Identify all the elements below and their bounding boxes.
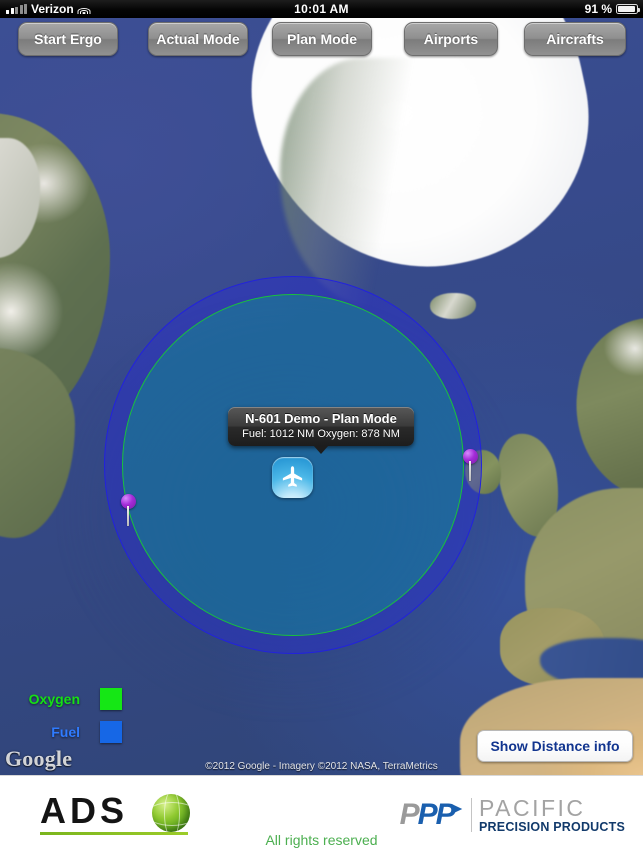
ppp-precision-products-label: PRECISION PRODUCTS [479, 819, 625, 834]
aircraft-marker[interactable] [272, 457, 313, 498]
ppp-mark-blue: PP [417, 798, 456, 831]
aircrafts-button[interactable]: Aircrafts [524, 22, 626, 56]
map-pin-needle [468, 461, 472, 481]
status-bar: Verizon 10:01 AM 91 % [0, 0, 643, 18]
map-legend: Oxygen Fuel [14, 687, 122, 753]
actual-mode-button[interactable]: Actual Mode [148, 22, 248, 56]
ppp-pacific-label: PACIFIC [479, 794, 586, 821]
battery-percent-label: 91 % [584, 2, 612, 16]
legend-row-oxygen: Oxygen [14, 687, 122, 711]
map-attribution: ©2012 Google - Imagery ©2012 NASA, Terra… [205, 761, 438, 772]
toolbar: Start Ergo Actual Mode Plan Mode Airport… [0, 22, 643, 58]
start-ergo-button[interactable]: Start Ergo [18, 22, 118, 56]
aircraft-callout[interactable]: N-601 Demo - Plan Mode Fuel: 1012 NM Oxy… [228, 407, 414, 454]
legend-fuel-label: Fuel [51, 724, 80, 740]
app-root: Verizon 10:01 AM 91 % N-601 Demo - Plan … [0, 0, 643, 857]
plan-mode-button[interactable]: Plan Mode [272, 22, 372, 56]
airports-button[interactable]: Airports [404, 22, 498, 56]
green-globe-icon [152, 794, 190, 832]
ppp-divider [471, 798, 473, 832]
legend-row-fuel: Fuel [14, 720, 122, 744]
legend-oxygen-swatch [100, 688, 122, 710]
ppp-monogram-icon: PPP [399, 798, 456, 831]
map-pin-needle [126, 506, 130, 526]
battery-icon [616, 4, 641, 14]
ppp-mark-gray: P [399, 798, 420, 831]
legend-fuel-swatch [100, 721, 122, 743]
callout-subtitle: Fuel: 1012 NM Oxygen: 878 NM [242, 428, 400, 440]
footer: ADS All rights reserved PPP ➤ PACIFIC PR… [0, 775, 643, 857]
ppp-wordmark: PACIFIC PRECISION PRODUCTS [479, 794, 625, 834]
status-bar-right: 91 % [584, 2, 641, 16]
map-pin-west[interactable] [120, 494, 138, 526]
status-bar-time: 10:01 AM [294, 2, 349, 16]
airplane-icon [282, 466, 303, 487]
show-distance-info-button[interactable]: Show Distance info [477, 730, 633, 762]
ads-logo-text: ADS [40, 790, 129, 831]
arrow-right-icon: ➤ [449, 801, 464, 818]
map-view[interactable]: N-601 Demo - Plan Mode Fuel: 1012 NM Oxy… [0, 18, 643, 775]
pacific-precision-products-logo: PPP ➤ PACIFIC PRECISION PRODUCTS [400, 794, 625, 836]
callout-title: N-601 Demo - Plan Mode [245, 411, 397, 426]
map-pin-east[interactable] [462, 449, 480, 481]
legend-oxygen-label: Oxygen [28, 691, 80, 707]
